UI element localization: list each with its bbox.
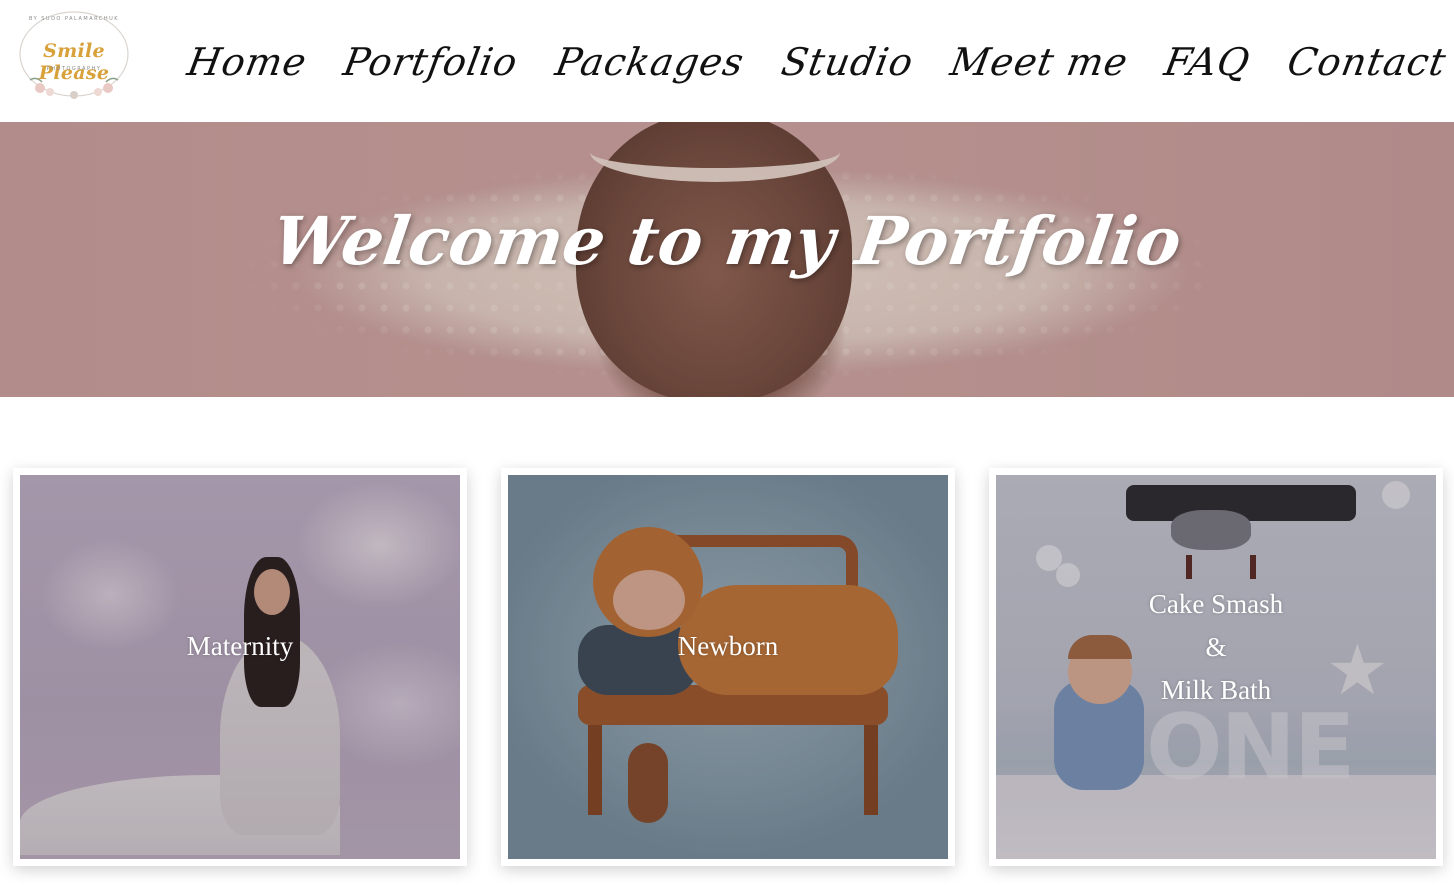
nav-meet-me[interactable]: Meet me: [947, 40, 1132, 84]
logo-name: Smile Please: [38, 40, 110, 84]
main-nav: Home Portfolio Packages Studio Meet me F…: [184, 32, 1454, 92]
hero-title: Welcome to my Portfolio: [267, 202, 1187, 280]
cake-smash-image: ONE ★ Cake Smash & Milk Bath: [996, 475, 1436, 859]
site-header: BY SUDO PALAMARCHUK Smile Please PHOTOGR…: [0, 0, 1454, 122]
logo-tagline: BY SUDO PALAMARCHUK: [28, 16, 120, 22]
hero-banner: Welcome to my Portfolio: [0, 122, 1454, 397]
nav-studio[interactable]: Studio: [778, 40, 917, 84]
maternity-image: Maternity: [20, 475, 460, 859]
card-label-newborn: Newborn: [677, 631, 779, 661]
card-label-ampersand: &: [1205, 632, 1227, 662]
logo-sub: PHOTOGRAPHY: [46, 66, 102, 72]
nav-portfolio[interactable]: Portfolio: [340, 40, 521, 84]
portfolio-card-newborn[interactable]: Newborn: [501, 468, 955, 866]
nav-packages[interactable]: Packages: [552, 40, 748, 84]
portfolio-card-cake-smash[interactable]: ONE ★ Cake Smash & Milk Bath: [989, 468, 1443, 866]
nav-faq[interactable]: FAQ: [1162, 40, 1254, 84]
card-label-cake-smash: Cake Smash: [1148, 589, 1284, 619]
portfolio-card-maternity[interactable]: Maternity: [13, 468, 467, 866]
newborn-image: Newborn: [508, 475, 948, 859]
card-label-maternity: Maternity: [186, 631, 294, 661]
logo[interactable]: BY SUDO PALAMARCHUK Smile Please PHOTOGR…: [10, 6, 138, 102]
nav-contact[interactable]: Contact: [1284, 40, 1450, 84]
card-label-milk-bath: Milk Bath: [1160, 675, 1272, 705]
nav-home[interactable]: Home: [184, 40, 310, 84]
